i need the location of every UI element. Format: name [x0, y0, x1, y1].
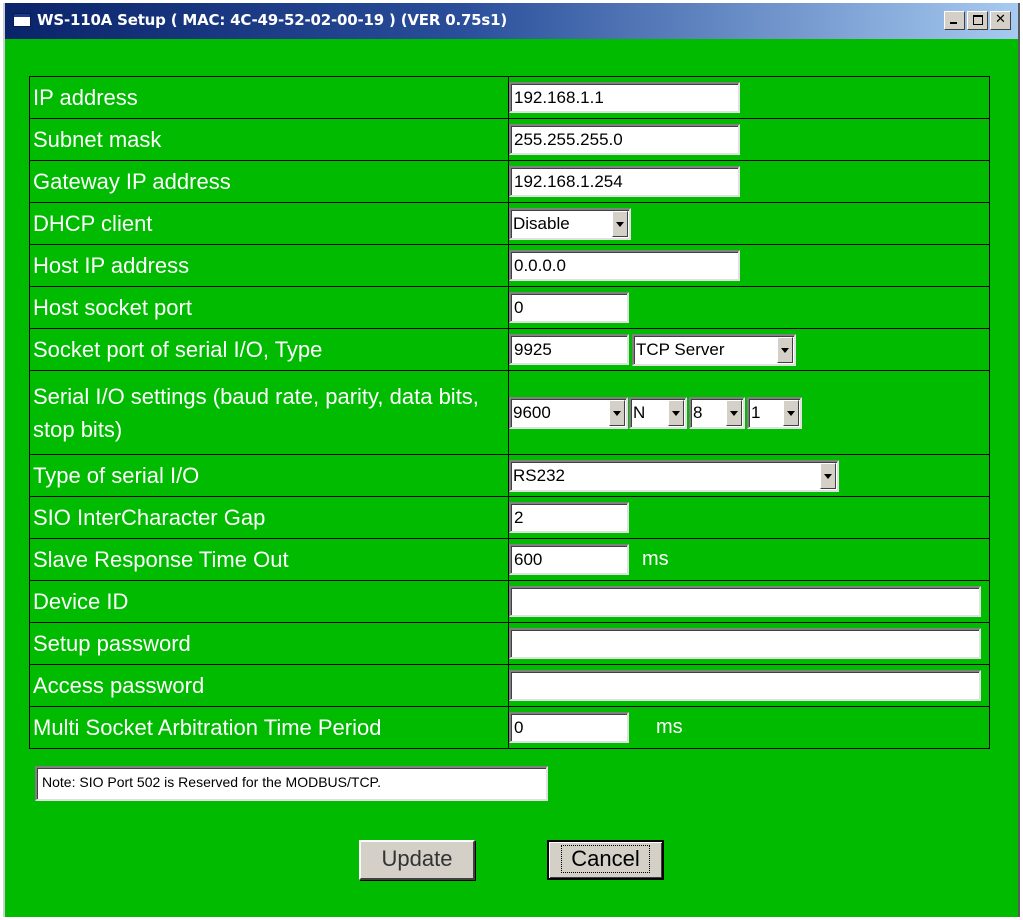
row-multi-socket: Multi Socket Arbitration Time Period 0 ms	[29, 706, 990, 749]
parity-selected: N	[633, 402, 646, 422]
settings-table: IP address 192.168.1.1 Subnet mask 255.2…	[29, 76, 990, 749]
subnet-mask-input[interactable]: 255.255.255.0	[509, 124, 740, 155]
row-device-id: Device ID	[29, 580, 990, 623]
ip-address-label: IP address	[29, 76, 509, 119]
socket-port-label: Socket port of serial I/O, Type	[29, 328, 509, 371]
chevron-down-icon[interactable]	[783, 399, 799, 426]
gateway-label: Gateway IP address	[29, 160, 509, 203]
row-serial-type: Type of serial I/O RS232	[29, 454, 990, 497]
stop-bits-select[interactable]: 1	[747, 396, 802, 429]
row-setup-password: Setup password	[29, 622, 990, 665]
row-host-ip: Host IP address 0.0.0.0	[29, 244, 990, 287]
cancel-button[interactable]: Cancel	[547, 840, 664, 880]
socket-type-select[interactable]: TCP Server	[632, 333, 796, 366]
row-subnet-mask: Subnet mask 255.255.255.0	[29, 118, 990, 161]
data-bits-select[interactable]: 8	[689, 396, 745, 429]
host-port-input[interactable]: 0	[509, 292, 629, 323]
multi-socket-input[interactable]: 0	[509, 712, 629, 743]
update-button[interactable]: Update	[359, 840, 475, 880]
slave-timeout-input[interactable]: 600	[509, 544, 629, 575]
row-ip-address: IP address 192.168.1.1	[29, 76, 990, 119]
data-bits-selected: 8	[693, 402, 703, 422]
window-controls: ✕	[942, 11, 1011, 30]
host-ip-input[interactable]: 0.0.0.0	[509, 250, 740, 281]
multi-socket-unit: ms	[656, 716, 683, 738]
dhcp-select[interactable]: Disable	[509, 207, 631, 240]
row-serial-settings: Serial I/O settings (baud rate, parity, …	[29, 370, 990, 455]
gateway-input[interactable]: 192.168.1.254	[509, 166, 740, 197]
slave-timeout-unit: ms	[642, 548, 669, 570]
host-port-label: Host socket port	[29, 286, 509, 329]
socket-port-input[interactable]: 9925	[509, 334, 629, 365]
parity-select[interactable]: N	[629, 396, 687, 429]
serial-settings-label: Serial I/O settings (baud rate, parity, …	[29, 370, 509, 455]
access-password-label: Access password	[29, 664, 509, 707]
title-bar: WS-110A Setup ( MAC: 4C-49-52-02-00-19 )…	[5, 3, 1018, 39]
cancel-button-label: Cancel	[561, 845, 650, 873]
chevron-down-icon[interactable]	[820, 462, 836, 489]
host-ip-label: Host IP address	[29, 244, 509, 287]
row-sio-gap: SIO InterCharacter Gap 2	[29, 496, 990, 539]
access-password-input[interactable]	[509, 670, 981, 701]
setup-password-input[interactable]	[509, 628, 981, 659]
chevron-down-icon[interactable]	[777, 336, 793, 363]
chevron-down-icon[interactable]	[726, 399, 742, 426]
window-title: WS-110A Setup ( MAC: 4C-49-52-02-00-19 )…	[37, 11, 508, 29]
chevron-down-icon[interactable]	[612, 210, 628, 237]
chevron-down-icon[interactable]	[668, 399, 684, 426]
note-box: Note: SIO Port 502 is Reserved for the M…	[35, 766, 548, 801]
socket-type-selected: TCP Server	[636, 339, 725, 359]
subnet-mask-label: Subnet mask	[29, 118, 509, 161]
sio-gap-label: SIO InterCharacter Gap	[29, 496, 509, 539]
serial-type-select[interactable]: RS232	[509, 459, 839, 492]
maximize-icon[interactable]	[967, 11, 988, 30]
row-gateway: Gateway IP address 192.168.1.254	[29, 160, 990, 203]
ip-address-input[interactable]: 192.168.1.1	[509, 82, 740, 113]
row-slave-timeout: Slave Response Time Out 600 ms	[29, 538, 990, 581]
dhcp-label: DHCP client	[29, 202, 509, 245]
row-socket-port: Socket port of serial I/O, Type 9925 TCP …	[29, 328, 990, 371]
multi-socket-label: Multi Socket Arbitration Time Period	[29, 706, 509, 749]
serial-type-label: Type of serial I/O	[29, 454, 509, 497]
stop-bits-selected: 1	[751, 402, 761, 422]
chevron-down-icon[interactable]	[609, 399, 625, 426]
baud-rate-selected: 9600	[513, 402, 551, 422]
device-id-label: Device ID	[29, 580, 509, 623]
row-access-password: Access password	[29, 664, 990, 707]
app-window-icon	[13, 13, 31, 27]
setup-password-label: Setup password	[29, 622, 509, 665]
dhcp-selected: Disable	[513, 213, 570, 233]
row-host-port: Host socket port 0	[29, 286, 990, 329]
device-id-input[interactable]	[509, 586, 981, 617]
serial-type-selected: RS232	[513, 465, 565, 485]
row-dhcp: DHCP client Disable	[29, 202, 990, 245]
sio-gap-input[interactable]: 2	[509, 502, 629, 533]
baud-rate-select[interactable]: 9600	[509, 396, 628, 429]
slave-timeout-label: Slave Response Time Out	[29, 538, 509, 581]
minimize-icon[interactable]	[944, 11, 965, 30]
close-icon[interactable]: ✕	[990, 11, 1011, 30]
